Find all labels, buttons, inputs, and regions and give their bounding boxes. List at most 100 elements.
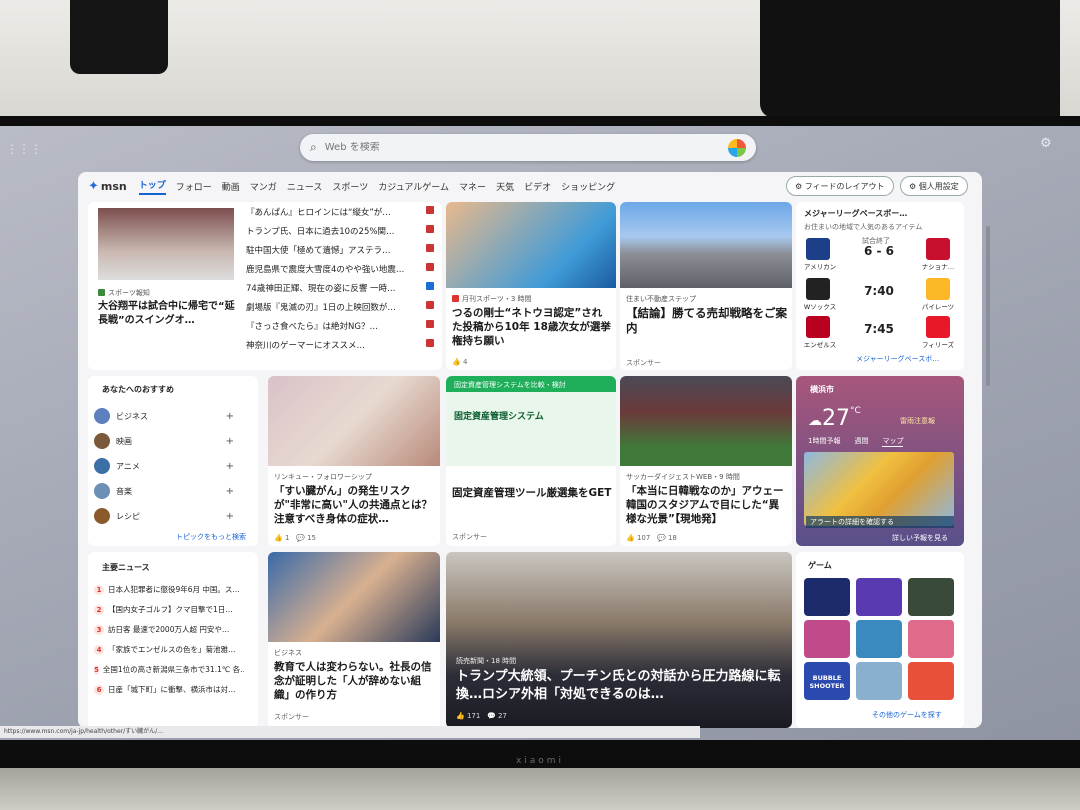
headline-item[interactable]: 鹿児島県で震度大雪度4のやや強い地震… [246, 263, 434, 275]
ad-card[interactable]: 住まい不動産ステップ 【結論】勝てる売却戦略をご案内 スポンサー [620, 202, 792, 370]
app-launcher-icon[interactable]: ⋮⋮⋮ [6, 142, 42, 156]
mlb-game-row[interactable]: Wソックス 7:40 パイレーツ [796, 278, 962, 312]
nav-item-video[interactable]: 動画 [222, 180, 240, 193]
settings-icon: ⚙ [909, 181, 919, 191]
feed-layout-button[interactable]: ⚙ フィードのレイアウト [786, 176, 894, 196]
team-logo [926, 238, 950, 260]
headline-item[interactable]: 74歳神田正輝、現在の姿に反響 一時… [246, 282, 434, 294]
headline-item[interactable]: 神奈川のゲーマーにオススメ… [246, 339, 434, 351]
add-icon[interactable]: + [226, 461, 234, 472]
game-tile[interactable] [856, 578, 902, 616]
lead-title[interactable]: 大谷翔平は試合中に帰宅で“延長戦”のスイングオ… [98, 300, 238, 328]
search-input[interactable] [324, 142, 728, 153]
game-tile[interactable] [908, 662, 954, 700]
game-tile[interactable] [856, 662, 902, 700]
like-icon[interactable]: 👍 [452, 358, 461, 366]
add-icon[interactable]: + [226, 511, 234, 522]
article-card[interactable]: リンキュー・フォロワーシップ 「すい臓がん」の発生リスクが"非常に高い"人の共通… [268, 376, 440, 546]
headline-item[interactable]: 『さっさ食べたら』は絶対NG？… [246, 320, 434, 332]
game-tile[interactable] [908, 578, 954, 616]
topic-business[interactable]: ビジネス + [94, 406, 234, 426]
msn-logo[interactable]: ✦ msn [88, 179, 127, 194]
source-icon [426, 263, 434, 271]
like-icon[interactable]: 👍 [626, 534, 635, 542]
news-item[interactable]: 4 「家族でエンゼルスの色を」菊池雅… [94, 644, 244, 655]
headline-photo[interactable] [98, 208, 234, 280]
personalize-button[interactable]: ⚙ 個人用設定 [900, 176, 968, 196]
nav-item-casual-games[interactable]: カジュアルゲーム [378, 180, 449, 193]
ad-title: 【結論】勝てる売却戦略をご案内 [626, 306, 787, 335]
mlb-game-row[interactable]: アメリカン 試合終了 6 - 6 ナショナ… [796, 237, 962, 272]
nav-item-top[interactable]: トップ [138, 178, 166, 195]
news-item[interactable]: 1 日本人犯罪者に懲役9年6月 中国。ス… [94, 584, 244, 595]
tab-weekly[interactable]: 週間 [854, 436, 868, 447]
mlb-subtitle: お住まいの地域で人気のあるアイテム [804, 223, 923, 231]
nav-item-sports[interactable]: スポーツ [332, 180, 368, 193]
scrollbar[interactable] [986, 226, 990, 386]
comment-icon[interactable]: 💬 [657, 534, 666, 542]
headline-item[interactable]: 『あんぱん』ヒロインには“縦女”が… [246, 206, 434, 218]
news-item[interactable]: 6 日産「城下町」に衝撃、横浜市は対… [94, 684, 244, 695]
sliders-icon: ⚙ [795, 181, 805, 191]
add-icon[interactable]: + [226, 411, 234, 422]
alert-details-bar[interactable]: アラートの詳細を確認する [806, 516, 954, 528]
add-icon[interactable]: + [226, 486, 234, 497]
nav-item-shopping[interactable]: ショッピング [561, 180, 615, 193]
tab-map[interactable]: マップ [882, 436, 904, 447]
more-games-link[interactable]: その他のゲームを探す [872, 710, 942, 720]
headline-item[interactable]: 駐中国大使「極めて遺憾」アステラ… [246, 244, 434, 256]
nav-item-news[interactable]: ニュース [287, 180, 323, 193]
game-tile[interactable] [908, 620, 954, 658]
game-tile[interactable] [804, 620, 850, 658]
monitor-bracket-right [760, 0, 1060, 118]
nav-item-follow[interactable]: フォロー [176, 180, 212, 193]
settings-gear-icon[interactable]: ⚙ [1040, 136, 1052, 151]
weather-widget[interactable]: 横浜市 ☁27°C 雷雨注意報 1時間予報 週間 マップ アラートの詳細を確認す… [796, 376, 964, 546]
headline-item[interactable]: 劇場版『鬼滅の刃』1日の上映回数が… [246, 301, 434, 313]
weather-temp: ☁27°C [808, 406, 861, 431]
topic-avatar [94, 433, 110, 449]
article-source: ビジネス [274, 649, 302, 657]
weather-city: 横浜市 [810, 385, 834, 394]
mlb-more-link[interactable]: メジャーリーグベースボ… [856, 354, 939, 364]
source-icon [426, 206, 434, 214]
add-icon[interactable]: + [226, 436, 234, 447]
topic-anime[interactable]: アニメ + [94, 456, 234, 476]
game-tile-bubble-shooter[interactable]: BUBBLE SHOOTER [804, 662, 850, 700]
nav-item-money[interactable]: マネー [459, 180, 486, 193]
headline-list: 『あんぱん』ヒロインには“縦女”が… トランプ氏、日本に過去10の25%関… 駐… [246, 206, 434, 356]
weather-alert[interactable]: 雷雨注意報 [900, 416, 935, 426]
hero-article[interactable]: 読売新聞・18 時間 トランプ大統領、プーチン氏との対話から圧力路線に転換…ロシ… [446, 552, 792, 728]
article-card[interactable]: サッカーダイジェストWEB・9 時間 「本当に日韓戦なのか」アウェー韓国のスタジ… [620, 376, 792, 546]
article-source: 月刊スポーツ・3 時間 [452, 294, 532, 304]
ad-card[interactable]: 固定資産管理システムを比較・検討 固定資産管理システム 固定資産管理ツール厳選集… [446, 376, 616, 546]
like-icon[interactable]: 👍 [456, 712, 465, 720]
more-topics-link[interactable]: トピックをもっと検索 [176, 532, 246, 542]
source-icon [426, 301, 434, 309]
news-item[interactable]: 5 全国1位の高さ新潟県三条市で31.1℃ 各… [94, 664, 244, 675]
ad-banner-title: 固定資産管理システム [454, 412, 544, 422]
bing-icon[interactable] [728, 138, 746, 157]
tab-hourly[interactable]: 1時間予報 [808, 436, 840, 447]
comment-icon[interactable]: 💬 [487, 712, 496, 720]
like-icon[interactable]: 👍 [274, 534, 283, 542]
article-card[interactable]: 月刊スポーツ・3 時間 つるの剛士“ネトウヨ認定”された投稿から10年 18歳次… [446, 202, 616, 370]
comment-icon[interactable]: 💬 [296, 534, 305, 542]
weather-map[interactable] [804, 452, 954, 526]
monitor-bracket-left [70, 0, 168, 74]
news-item[interactable]: 2 【国内女子ゴルフ】クマ目撃で1日… [94, 604, 244, 615]
mlb-title[interactable]: メジャーリーグベースボー… [804, 208, 907, 219]
game-tile[interactable] [856, 620, 902, 658]
news-item[interactable]: 3 訪日客 最速で2000万人超 円安や… [94, 624, 244, 635]
topic-movies[interactable]: 映画 + [94, 431, 234, 451]
mlb-game-row[interactable]: エンゼルス 7:45 フィリーズ [796, 316, 962, 350]
article-card[interactable]: ビジネス 教育で人は変わらない。社長の信念が証明した「人が辞めない組織」の作り方… [268, 552, 440, 728]
nav-item-weather[interactable]: 天気 [496, 180, 514, 193]
nav-item-video2[interactable]: ビデオ [524, 180, 551, 193]
topic-music[interactable]: 音楽 + [94, 481, 234, 501]
headline-item[interactable]: トランプ氏、日本に過去10の25%関… [246, 225, 434, 237]
game-tile[interactable] [804, 578, 850, 616]
topic-recipe[interactable]: レシピ + [94, 506, 234, 526]
nav-item-manga[interactable]: マンガ [250, 180, 277, 193]
weather-detail-link[interactable]: 詳しい予報を見る [892, 533, 948, 543]
